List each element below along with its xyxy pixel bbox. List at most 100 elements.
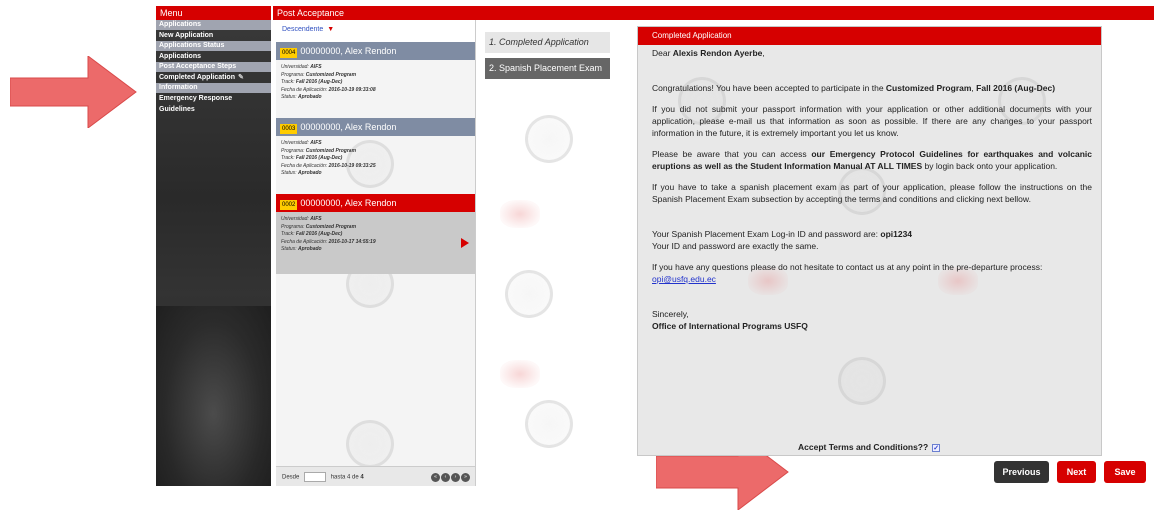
step-spanish-placement-exam[interactable]: 2. Spanish Placement Exam (485, 58, 610, 79)
record-details[interactable]: Universidad: AIFS Programa: Customized P… (276, 60, 475, 118)
step-completed-application[interactable]: 1. Completed Application (485, 32, 610, 53)
record-number: 0004 (280, 48, 298, 58)
field-value: Fall 2016 (Aug-Dec) (295, 231, 343, 237)
closing: Sincerely, (652, 309, 689, 319)
field-value: Aprobado (297, 94, 322, 100)
emergency-paragraph: Please be aware that you can access our … (652, 148, 1092, 172)
record-header[interactable]: 0004 00000000, Alex Rendon (276, 42, 475, 60)
menu-item-applications[interactable]: Applications (156, 51, 271, 62)
placement-paragraph: If you have to take a spanish placement … (652, 182, 1092, 204)
pagination-bar: Desde hasta 4 de 4 «‹ ›» (276, 466, 475, 486)
record-details-selected[interactable]: Universidad: AIFS Programa: Customized P… (276, 212, 475, 274)
sort-dropdown[interactable]: Descendente ▼ (276, 20, 475, 42)
field-label: Fecha de Aplicación: (281, 162, 328, 169)
contact-email-link[interactable]: opi@usfq.edu.ec (652, 274, 716, 284)
record-name: 00000000, Alex Rendon (300, 198, 397, 208)
sort-down-icon: ▼ (327, 26, 335, 33)
next-page-icon[interactable]: › (451, 473, 460, 482)
record-number: 0002 (280, 200, 298, 210)
sort-label: Descendente (282, 26, 324, 33)
records-list: Descendente ▼ 0004 00000000, Alex Rendon U… (276, 20, 476, 486)
field-value: 2016-10-17 14:55:19 (328, 238, 376, 245)
record-name: 00000000, Alex Rendon (300, 122, 397, 132)
watermark-crest (346, 420, 394, 468)
recipient-name: Alexis Rendon Ayerbe (672, 48, 763, 58)
next-button[interactable]: Next (1057, 461, 1096, 483)
acceptance-paragraph: Congratulations! You have been accepted … (652, 82, 1092, 94)
menu-section-information[interactable]: Information (156, 83, 271, 93)
acceptance-text: Congratulations! You have been accepted … (652, 83, 886, 93)
field-value: Aprobado (297, 246, 322, 252)
field-label: Universidad: (281, 64, 309, 70)
content-panel: Completed Application Dear Alexis Rendon… (637, 26, 1102, 456)
field-value: Fall 2016 (Aug-Dec) (295, 155, 343, 161)
menu-item-completed-application-label: Completed Application (159, 74, 235, 81)
field-value: AIFS (310, 216, 322, 222)
watermark-dragon (500, 200, 540, 228)
contact-text: If you have any questions please do not … (652, 262, 1043, 272)
watermark-crest (505, 270, 553, 318)
menu-section-applications-status[interactable]: Applications Status (156, 41, 271, 51)
field-label: Track: (281, 231, 295, 237)
pager-desde-label: Desde (282, 474, 300, 481)
letter-body: Dear Alexis Rendon Ayerbe, Congratulatio… (652, 47, 1092, 341)
side-menu: Menu Applications New Application Applic… (156, 6, 271, 486)
previous-button[interactable]: Previous (994, 461, 1049, 483)
pager-page-input[interactable] (304, 472, 327, 482)
emergency-prefix: Please be aware that you can access (652, 149, 812, 159)
field-label: Universidad: (281, 216, 309, 222)
watermark-dragon (500, 360, 540, 388)
contact-paragraph: If you have any questions please do not … (652, 261, 1092, 285)
watermark-crest (525, 400, 573, 448)
record-details[interactable]: Universidad: AIFS Programa: Customized P… (276, 136, 475, 194)
field-label: Track: (281, 79, 295, 85)
menu-item-emergency-guidelines[interactable]: Emergency Response Guidelines (156, 93, 271, 113)
page-title: Post Acceptance (273, 6, 1154, 20)
menu-item-completed-application[interactable]: Completed Application ✎ (156, 72, 271, 83)
login-id: opi1234 (880, 229, 913, 239)
pager-hasta-text: hasta 4 de (330, 474, 359, 481)
record-header-selected[interactable]: 0002 00000000, Alex Rendon (276, 194, 475, 212)
last-page-icon[interactable]: » (461, 473, 470, 482)
credentials-note: Your ID and password are exactly the sam… (652, 241, 819, 251)
emergency-suffix: by login back onto your application. (922, 161, 1058, 171)
field-label: Track: (281, 155, 295, 161)
menu-section-applications[interactable]: Applications (156, 20, 271, 30)
greeting: Dear Alexis Rendon Ayerbe, (652, 47, 1092, 59)
greeting-suffix: , (762, 48, 765, 58)
save-button[interactable]: Save (1104, 461, 1146, 483)
field-label: Fecha de Aplicación: (281, 238, 328, 245)
accept-terms-checkbox[interactable]: ✓ (932, 443, 941, 452)
field-label: Status: (281, 170, 297, 176)
steps-panel: 1. Completed Application 2. Spanish Plac… (480, 20, 620, 486)
menu-section-post-acceptance[interactable]: Post Acceptance Steps (156, 62, 271, 72)
prev-page-icon[interactable]: ‹ (441, 473, 450, 482)
accept-terms[interactable]: Accept Terms and Conditions?? ✓ (798, 442, 941, 452)
field-label: Status: (281, 94, 297, 100)
closing-block: Sincerely, Office of International Progra… (652, 308, 1092, 332)
menu-item-new-application[interactable]: New Application (156, 30, 271, 41)
first-page-icon[interactable]: « (431, 473, 440, 482)
field-value: Fall 2016 (Aug-Dec) (295, 79, 343, 85)
record-name: 00000000, Alex Rendon (300, 46, 397, 56)
play-arrow-icon[interactable] (461, 238, 469, 248)
program-term: Fall 2016 (Aug-Dec) (976, 83, 1056, 93)
watermark-crest (525, 115, 573, 163)
passport-paragraph: If you did not submit your passport info… (652, 104, 1092, 138)
field-value: 2016-10-19 09:33:25 (328, 162, 376, 169)
annotation-arrow-right-left (10, 56, 138, 128)
content-title: Completed Application (638, 27, 1101, 45)
record-header[interactable]: 0003 00000000, Alex Rendon (276, 118, 475, 136)
field-value: Customized Program (305, 223, 357, 230)
program-name: Customized Program (885, 83, 972, 93)
field-value: AIFS (310, 64, 322, 70)
field-label: Universidad: (281, 140, 309, 146)
field-label: Fecha de Aplicación: (281, 86, 328, 93)
pager-total: 4 (360, 474, 364, 481)
field-label: Programa: (281, 71, 305, 78)
field-label: Status: (281, 246, 297, 252)
field-value: AIFS (310, 140, 322, 146)
field-value: Customized Program (305, 147, 357, 154)
field-value: Customized Program (305, 71, 357, 78)
pencil-icon: ✎ (237, 74, 244, 81)
